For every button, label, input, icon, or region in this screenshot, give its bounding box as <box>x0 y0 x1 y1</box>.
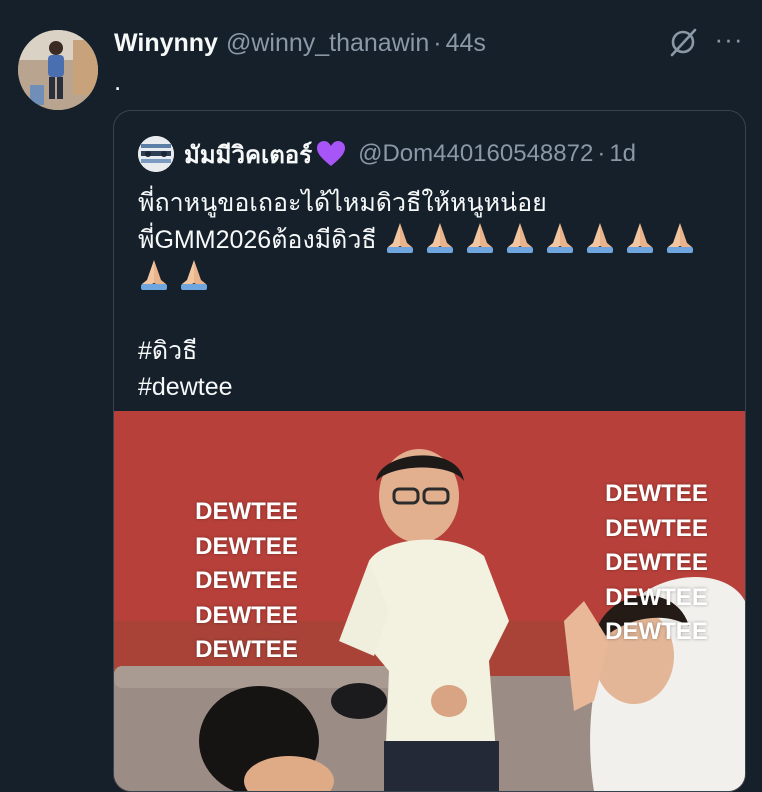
praying-hands-emoji <box>178 258 210 290</box>
quoted-author-handle[interactable]: @Dom440160548872 <box>358 140 593 168</box>
separator-dot: · <box>433 28 442 57</box>
purple-heart-icon <box>316 140 346 168</box>
overlay-text-line: DEWTEE <box>605 480 708 507</box>
overlay-text-line: DEWTEE <box>605 514 708 542</box>
overlay-text-line: DEWTEE <box>195 636 298 663</box>
tweet-header: Winynny @winny_thanawin · 44s <box>114 26 742 60</box>
overlay-text-right: DEWTEE DEWTEE DEWTEE DEWTEE DEWTEE <box>579 477 734 650</box>
quoted-text-line-with-emoji: พี่GMM2026ต้องมีดิวธี <box>138 221 728 258</box>
praying-hands-emoji <box>504 221 536 253</box>
praying-hands-emoji <box>664 221 696 253</box>
overlay-text-line: DEWTEE <box>195 601 298 629</box>
separator-dot: · <box>597 140 606 167</box>
quoted-tweet-text: พี่ถาหนูขอเถอะได้ไหมดิวธีให้หนูหน่อย พี่… <box>138 185 728 405</box>
praying-hands-emoji <box>424 221 456 253</box>
overlay-text-line: DEWTEE <box>605 549 708 576</box>
quoted-tweet-header: มัมมีวิคเตอร์ @Dom440160548872 · 1d <box>138 135 636 174</box>
quoted-tweet-image[interactable]: DEWTEE DEWTEE DEWTEE DEWTEE DEWTEE DEWTEE DEW… <box>114 411 745 791</box>
praying-hands-emoji <box>584 221 616 253</box>
hashtag-link[interactable]: #dewtee <box>138 369 728 405</box>
praying-hands-emoji <box>138 258 170 290</box>
overlay-text-line: DEWTEE <box>195 532 298 560</box>
overlay-text-line: DEWTEE <box>605 618 708 645</box>
overlay-text-line: DEWTEE <box>195 498 298 525</box>
quoted-text-segment: พี่GMM2026ต้องมีดิวธี <box>138 226 377 254</box>
more-icon[interactable]: ··· <box>712 26 746 56</box>
praying-hands-emoji <box>624 221 656 253</box>
overlay-text-left: DEWTEE DEWTEE DEWTEE DEWTEE DEWTEE <box>169 495 324 668</box>
quoted-tweet[interactable]: มัมมีวิคเตอร์ @Dom440160548872 · 1d พี่ถ… <box>113 110 746 792</box>
quoted-author-name[interactable]: มัมมีวิคเตอร์ <box>184 135 312 174</box>
praying-hands-emoji <box>384 221 416 253</box>
overlay-text-line: DEWTEE <box>195 567 298 594</box>
pray-emoji-row <box>384 223 704 254</box>
quoted-text-line: พี่ถาหนูขอเถอะได้ไหมดิวธีให้หนูหน่อย <box>138 189 547 217</box>
author-name[interactable]: Winynny <box>114 29 218 58</box>
grok-icon[interactable] <box>668 27 698 57</box>
author-handle[interactable]: @winny_thanawin <box>226 29 429 58</box>
author-avatar[interactable] <box>18 30 98 110</box>
hashtag-link[interactable]: #ดิวธี <box>138 333 728 369</box>
quoted-author-avatar <box>138 136 174 172</box>
pray-emoji-row <box>138 258 728 295</box>
praying-hands-emoji <box>464 221 496 253</box>
tweet-timestamp[interactable]: 44s <box>446 29 486 58</box>
overlay-text-line: DEWTEE <box>605 583 708 611</box>
quoted-timestamp[interactable]: 1d <box>609 140 636 168</box>
tweet-text: . <box>114 66 122 96</box>
praying-hands-emoji <box>544 221 576 253</box>
